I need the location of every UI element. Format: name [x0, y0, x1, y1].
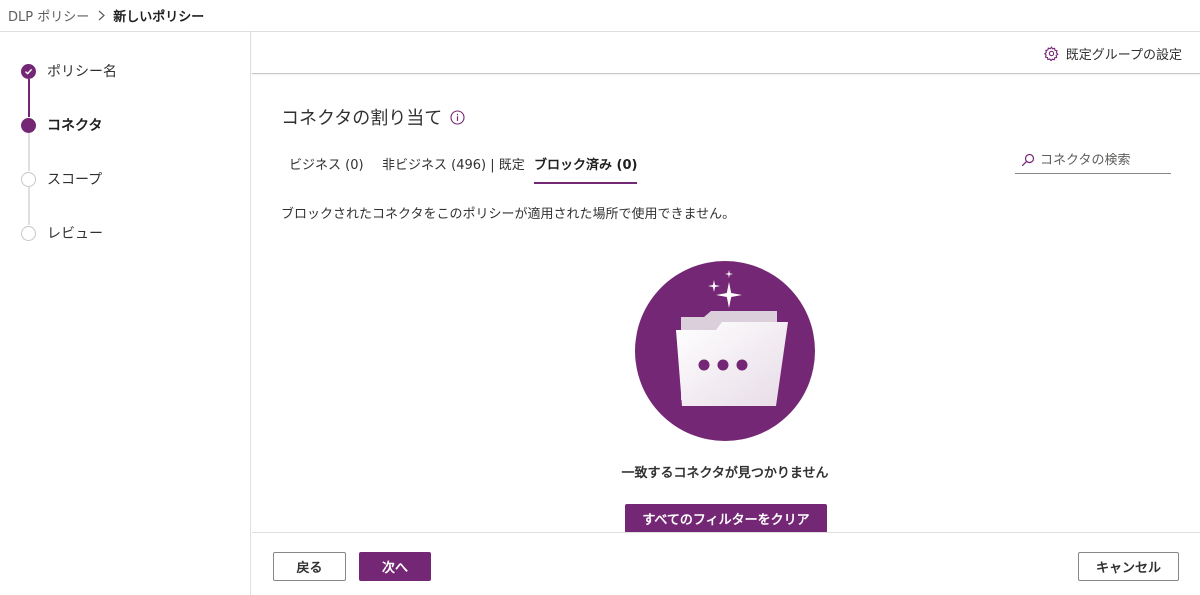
back-button[interactable]: 戻る [273, 552, 346, 581]
default-group-settings-label: 既定グループの設定 [1065, 48, 1182, 63]
empty-folder-illustration [635, 261, 815, 441]
step-label: ポリシー名 [47, 64, 117, 80]
step-connectors[interactable]: コネクタ [21, 116, 102, 134]
pending-step-circle-icon [21, 225, 36, 241]
wizard-footer: 戻る 次へ キャンセル [252, 532, 1200, 595]
gear-icon [1043, 46, 1059, 61]
connector-assignment-title: コネクタの割り当て [281, 104, 465, 130]
step-label: レビュー [47, 226, 103, 242]
step-connector-line [28, 187, 30, 225]
connector-search [1015, 147, 1171, 174]
search-icon [1021, 153, 1035, 167]
search-input[interactable] [1040, 152, 1164, 168]
wizard-steps-sidebar: ポリシー名 コネクタ スコープ レビュー [0, 32, 251, 595]
breadcrumb: DLP ポリシー 新しいポリシー [0, 0, 1200, 32]
tab-non-business[interactable]: 非ビジネス (496) | 既定 [382, 152, 525, 184]
cancel-button[interactable]: キャンセル [1078, 552, 1179, 581]
step-scope[interactable]: スコープ [21, 170, 102, 188]
next-button[interactable]: 次へ [359, 552, 431, 581]
chevron-right-icon [98, 10, 106, 21]
breadcrumb-current: 新しいポリシー [113, 10, 205, 25]
pending-step-circle-icon [21, 171, 36, 187]
breadcrumb-dlp-policies-link[interactable]: DLP ポリシー [8, 6, 89, 25]
default-group-settings-button[interactable]: 既定グループの設定 [1043, 44, 1182, 63]
step-connector-line [28, 133, 30, 171]
step-label: コネクタ [47, 118, 103, 134]
info-icon[interactable] [450, 109, 465, 125]
step-policy-name[interactable]: ポリシー名 [21, 62, 117, 80]
tab-blocked[interactable]: ブロック済み (0) [534, 152, 638, 184]
empty-state-message: 一致するコネクタが見つかりません [621, 466, 829, 481]
step-label: スコープ [47, 172, 103, 188]
blocked-description: ブロックされたコネクタをこのポリシーが適用された場所で使用できません。 [281, 207, 736, 222]
step-review[interactable]: レビュー [21, 224, 103, 242]
checkmark-icon [21, 63, 36, 79]
clear-all-filters-button[interactable]: すべてのフィルターをクリア [625, 504, 827, 533]
tab-business[interactable]: ビジネス (0) [289, 152, 364, 184]
page-title: コネクタの割り当て [281, 108, 443, 129]
command-bar: 既定グループの設定 [252, 32, 1200, 74]
step-connector-line [28, 79, 30, 117]
current-step-dot-icon [21, 117, 36, 133]
